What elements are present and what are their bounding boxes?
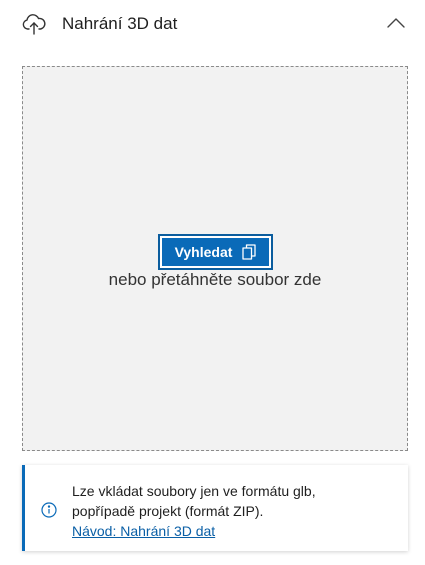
cloud-upload-icon xyxy=(21,12,47,36)
browse-button[interactable]: Vyhledat xyxy=(162,238,269,266)
panel-header[interactable]: Nahrání 3D dat xyxy=(0,0,425,48)
copy-icon xyxy=(242,244,257,260)
dropzone-hint: nebo přetáhněte soubor zde xyxy=(108,270,322,289)
file-dropzone[interactable]: Vyhledat nebo přetáhněte soubor zde xyxy=(22,66,408,451)
info-icon xyxy=(41,502,57,518)
browse-button-focus-ring: Vyhledat xyxy=(158,234,273,270)
info-notice: Lze vkládat soubory jen ve formátu glb, … xyxy=(22,465,408,551)
panel-title: Nahrání 3D dat xyxy=(62,14,178,33)
upload-3d-panel: Nahrání 3D dat Vyhledat nebo přetáhněte … xyxy=(0,0,425,565)
info-line-2: popřípadě projekt (formát ZIP). xyxy=(72,503,264,519)
info-text: Lze vkládat soubory jen ve formátu glb, … xyxy=(72,481,392,541)
info-line-1: Lze vkládat soubory jen ve formátu glb, xyxy=(72,483,316,499)
guide-link[interactable]: Návod: Nahrání 3D dat xyxy=(72,523,215,539)
chevron-up-icon[interactable] xyxy=(385,15,407,31)
browse-button-label: Vyhledat xyxy=(174,244,233,260)
